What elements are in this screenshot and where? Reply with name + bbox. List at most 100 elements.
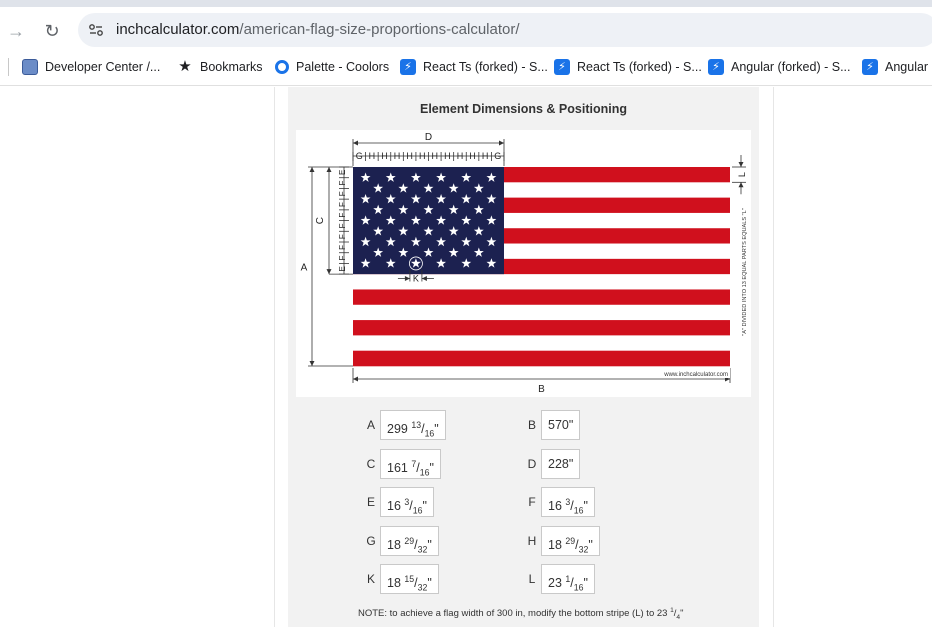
value-den: 32 (417, 582, 428, 593)
flag-canton (353, 167, 504, 275)
dimension-label: K (413, 273, 419, 283)
flag-stripe (353, 335, 730, 351)
result-value-B[interactable]: 570" (541, 410, 581, 440)
flag-stripe (353, 289, 730, 306)
value-num: 29 (565, 536, 576, 546)
dimensions-panel: Element Dimensions & Positioning DGHHHHH… (288, 87, 759, 627)
note-suffix: " (680, 608, 684, 620)
dimension-label: F (338, 245, 347, 250)
result-label-H: H (527, 534, 537, 548)
flag-stripe (353, 320, 730, 336)
result-label-C: C (366, 457, 376, 471)
flag-diagram-svg: DG H H H H H H H H H H GBACEFFFFFFFFEKL "A" DIVIDED… (301, 132, 748, 395)
arrow-head (738, 182, 744, 188)
watermark-text: www.inchcalculator.com (663, 372, 728, 378)
dimension-label: F (338, 234, 347, 239)
dimension-label: H (432, 151, 439, 161)
reload-icon[interactable]: ↻ (40, 19, 64, 43)
flag-diagram: DGHHHHHHHHHHGBACEFFFFFFFFEKL "A" DIVIDED… (296, 130, 751, 397)
result-label-L: L (528, 572, 536, 586)
value-num: 13 (411, 420, 422, 430)
bookmark-label: React Ts (forked) - S... (577, 60, 702, 74)
bookmark-bookmarks[interactable]: ★ Bookmarks (177, 57, 263, 77)
dimension-label: E (338, 266, 347, 271)
dimension-label: H (444, 151, 451, 161)
bookmark-developer-center[interactable]: Developer Center /... (22, 57, 160, 77)
dimension-label: G (356, 151, 363, 161)
arrow-head (326, 269, 332, 275)
dimension-label: H (457, 151, 464, 161)
bookmark-react-ts-1[interactable]: ⚡ React Ts (forked) - S... (400, 57, 548, 77)
value-unit: " (434, 422, 439, 437)
value-whole: 299 (387, 422, 408, 437)
bookmark-label: Angular (forked) - S... (731, 60, 851, 74)
arrow-head (738, 162, 744, 167)
bookmarks-separator (8, 58, 9, 76)
result-label-K: K (366, 572, 375, 586)
result-value-C[interactable]: 161 7/16" (380, 449, 441, 479)
back-arrow-icon[interactable]: → (4, 19, 28, 43)
value-whole: 161 (387, 461, 408, 476)
bookmark-coolors[interactable]: Palette - Coolors (275, 57, 389, 77)
section-title: Element Dimensions & Positioning (420, 102, 627, 116)
bookmark-label: Palette - Coolors (296, 60, 390, 74)
bookmark-react-ts-2[interactable]: ⚡ React Ts (forked) - S... (554, 57, 702, 77)
arrow-head (499, 140, 504, 146)
value-num: 7 (411, 459, 417, 469)
result-value-H[interactable]: 18 29/32" (541, 526, 600, 556)
stackblitz-icon: ⚡ (400, 59, 416, 75)
value-whole: 18 (548, 538, 562, 553)
arrow-head (353, 140, 358, 146)
value-whole: 18 (387, 576, 401, 591)
result-label-E: E (366, 495, 375, 509)
dimension-label: F (338, 213, 347, 218)
developer-center-icon (22, 59, 38, 75)
value-num: 29 (404, 536, 415, 546)
side-note-text: "A" DIVIDED INTO 13 EQUAL PARTS EQUALS "… (742, 208, 748, 335)
value-unit: " (583, 499, 588, 514)
star-icon: ★ (178, 58, 192, 75)
bookmarks-bar: Developer Center /... ★ Bookmarks Palett… (0, 48, 932, 86)
value-num: 15 (404, 574, 415, 584)
dimension-label: H (381, 151, 388, 161)
value-unit: " (583, 576, 588, 591)
result-label-F: F (528, 495, 536, 509)
bookmark-angular-2[interactable]: ⚡ Angular ( (862, 57, 932, 77)
result-value-D[interactable]: 228" (541, 449, 581, 479)
value-den: 32 (578, 544, 589, 555)
site-settings-icon[interactable] (88, 22, 104, 38)
value-whole: 23 (548, 576, 562, 591)
result-value-K[interactable]: 18 15/32" (380, 564, 439, 594)
value-num: 3 (404, 497, 410, 507)
dimension-label: H (419, 151, 426, 161)
stackblitz-icon: ⚡ (554, 59, 570, 75)
value-unit: " (422, 499, 427, 514)
dimension-label: H (406, 151, 413, 161)
value-whole: 228 (548, 457, 569, 471)
dimension-label: F (338, 256, 347, 261)
result-value-L[interactable]: 23 1/16" (541, 564, 595, 594)
dimension-label: H (369, 151, 376, 161)
arrow-head (326, 167, 332, 172)
dimension-label: F (338, 181, 347, 186)
bookmark-label: Bookmarks (200, 60, 263, 74)
bookmark-angular-1[interactable]: ⚡ Angular (forked) - S... (708, 57, 851, 77)
omnibox[interactable]: inchcalculator.com/american-flag-size-pr… (78, 13, 932, 47)
value-den: 32 (417, 544, 428, 555)
result-value-A[interactable]: 299 13/16" (380, 410, 446, 440)
value-unit: " (568, 457, 574, 471)
value-unit: " (427, 576, 432, 591)
result-value-F[interactable]: 16 3/16" (541, 487, 595, 517)
result-value-E[interactable]: 16 3/16" (380, 487, 434, 517)
url-text[interactable]: inchcalculator.com/american-flag-size-pr… (116, 21, 520, 38)
dimension-label: D (425, 132, 432, 143)
value-unit: " (568, 418, 574, 432)
dimension-label: F (338, 202, 347, 207)
result-value-G[interactable]: 18 29/32" (380, 526, 439, 556)
flag-stripe (353, 304, 730, 321)
tab-strip-edge (0, 0, 932, 7)
dimension-label: H (394, 151, 401, 161)
column-divider-right (773, 87, 774, 627)
dimension-label: H (469, 151, 476, 161)
dimension-label: F (338, 191, 347, 196)
